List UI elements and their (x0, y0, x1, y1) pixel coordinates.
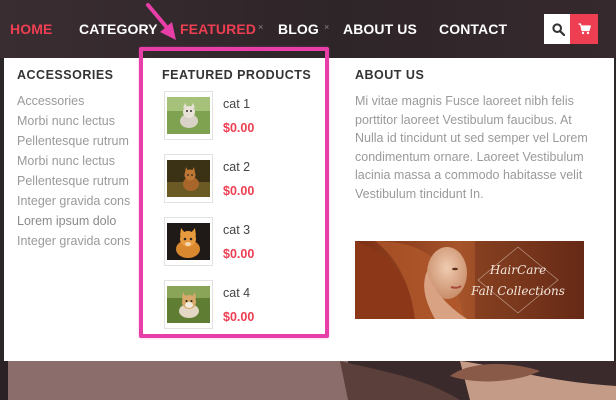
nav-category[interactable]: CATEGORY (79, 21, 158, 37)
cat-image (167, 160, 210, 197)
kitten-image (167, 97, 210, 134)
accessories-link[interactable]: Integer gravida cons (17, 193, 139, 209)
product-name[interactable]: cat 4 (223, 286, 250, 300)
product-price: $0.00 (223, 121, 255, 135)
nav-featured[interactable]: FEATURED (180, 21, 256, 37)
product-name[interactable]: cat 2 (223, 160, 250, 174)
featured-products-title: FEATURED PRODUCTS (162, 68, 312, 82)
nav-contact[interactable]: CONTACT (439, 21, 507, 37)
product-item: cat 3 $0.00 (164, 217, 324, 273)
product-price: $0.00 (223, 184, 255, 198)
search-button[interactable] (544, 14, 572, 44)
cart-icon (578, 23, 591, 35)
nav-separator: × (258, 22, 264, 32)
nav-home[interactable]: HOME (10, 21, 52, 37)
product-name[interactable]: cat 1 (223, 97, 250, 111)
accessories-link[interactable]: Integer gravida cons (17, 233, 139, 249)
about-us-text: Mi vitae magnis Fusce laoreet nibh felis… (355, 94, 588, 201)
accessories-link[interactable]: Accessories (17, 93, 139, 109)
accessories-link[interactable]: Pellentesque rutrum (17, 133, 139, 149)
product-thumbnail[interactable] (164, 280, 213, 329)
product-name[interactable]: cat 3 (223, 223, 250, 237)
accessories-link[interactable]: Lorem ipsum dolo (17, 213, 139, 229)
banner-line-2: Fall Collections (471, 284, 565, 298)
featured-mega-menu: ACCESSORIES Accessories Morbi nunc lectu… (4, 58, 614, 361)
product-thumbnail[interactable] (164, 217, 213, 266)
accessories-link[interactable]: Morbi nunc lectus (17, 153, 139, 169)
cart-button[interactable] (570, 14, 598, 44)
search-icon (551, 22, 565, 36)
accessories-list: Accessories Morbi nunc lectus Pellentesq… (17, 93, 139, 253)
nav-separator: × (324, 22, 330, 32)
product-price: $0.00 (223, 247, 255, 261)
accessories-title: ACCESSORIES (17, 68, 114, 82)
banner-line-1: HairCare (489, 263, 547, 277)
kitten-image (167, 286, 210, 323)
product-item: cat 1 $0.00 (164, 91, 324, 147)
product-item: cat 4 $0.00 (164, 280, 324, 336)
product-item: cat 2 $0.00 (164, 154, 324, 210)
kitten-image (167, 223, 210, 260)
nav-blog[interactable]: BLOG (278, 21, 319, 37)
product-thumbnail[interactable] (164, 91, 213, 140)
accessories-link[interactable]: Pellentesque rutrum (17, 173, 139, 189)
top-navbar: HOME CATEGORY FEATURED × BLOG × ABOUT US… (0, 0, 616, 58)
product-price: $0.00 (223, 310, 255, 324)
about-us-title: ABOUT US (355, 68, 425, 82)
product-thumbnail[interactable] (164, 154, 213, 203)
hair-model-image (355, 241, 584, 319)
haircare-banner[interactable]: HairCare Fall Collections (355, 241, 584, 319)
background-hero-image (0, 361, 616, 400)
nav-about-us[interactable]: ABOUT US (343, 21, 417, 37)
accessories-link[interactable]: Morbi nunc lectus (17, 113, 139, 129)
